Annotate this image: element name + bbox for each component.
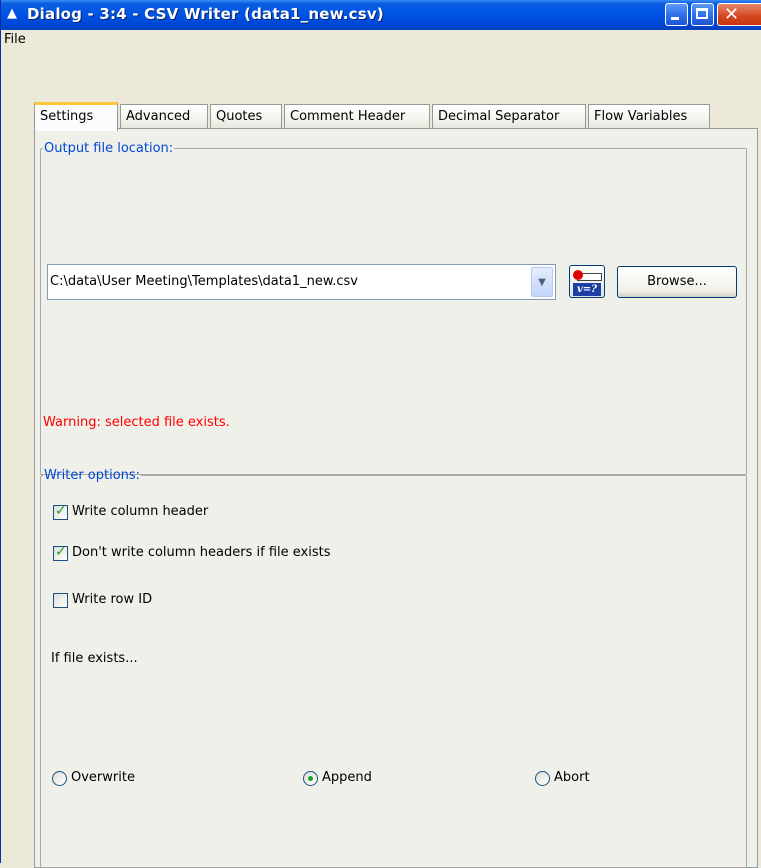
checkbox-box[interactable]: ✓ bbox=[53, 544, 68, 561]
flow-variable-dot bbox=[573, 270, 583, 280]
close-button[interactable]: ✕ bbox=[717, 3, 761, 26]
minimize-button[interactable] bbox=[665, 3, 688, 26]
tab-comment-header[interactable]: Comment Header bbox=[284, 104, 430, 129]
menu-bar: File bbox=[0, 30, 761, 50]
radio-label: Overwrite bbox=[71, 770, 135, 785]
flow-variable-icon-text: v=? bbox=[573, 283, 601, 296]
knime-app-icon: ▲ bbox=[7, 6, 17, 21]
file-path-combobox[interactable]: C:\data\User Meeting\Templates\data1_new… bbox=[47, 264, 556, 300]
dropdown-arrow-icon[interactable]: ▼ bbox=[531, 267, 553, 297]
window-title: Dialog - 3:4 - CSV Writer (data1_new.csv… bbox=[27, 5, 384, 23]
tab-decimal-separator[interactable]: Decimal Separator bbox=[432, 104, 586, 129]
file-exists-warning: Warning: selected file exists. bbox=[43, 415, 230, 430]
tab-quotes[interactable]: Quotes bbox=[210, 104, 282, 129]
maximize-icon bbox=[696, 8, 708, 19]
radio-circle[interactable] bbox=[535, 771, 550, 786]
title-bar[interactable]: ▲ Dialog - 3:4 - CSV Writer (data1_new.c… bbox=[0, 0, 761, 30]
checkbox-label: Write row ID bbox=[72, 592, 153, 607]
tab-advanced[interactable]: Advanced bbox=[120, 104, 208, 129]
checkbox-box[interactable]: ✓ bbox=[53, 503, 68, 520]
browse-button[interactable]: Browse... bbox=[617, 266, 737, 298]
radio-label: Append bbox=[322, 770, 372, 785]
checkbox-box[interactable] bbox=[53, 593, 68, 608]
if-file-exists-label: If file exists... bbox=[51, 651, 138, 666]
writer-options-legend: Writer options: bbox=[44, 468, 141, 483]
file-path-value: C:\data\User Meeting\Templates\data1_new… bbox=[50, 274, 359, 289]
minimize-icon bbox=[671, 17, 679, 20]
radio-selected-dot bbox=[308, 776, 313, 781]
checkbox-label: Don't write column headers if file exist… bbox=[72, 545, 331, 560]
writer-options-group: Writer options: bbox=[40, 468, 747, 868]
maximize-button[interactable] bbox=[691, 3, 714, 26]
checkbox-label: Write column header bbox=[72, 504, 209, 519]
menu-file[interactable]: File bbox=[4, 32, 26, 47]
radio-circle[interactable] bbox=[52, 771, 67, 786]
tab-settings[interactable]: Settings bbox=[34, 102, 118, 131]
radio-circle[interactable] bbox=[303, 771, 318, 786]
window-border bbox=[0, 30, 1, 863]
output-file-location-legend: Output file location: bbox=[44, 141, 174, 156]
tab-flow-variables[interactable]: Flow Variables bbox=[588, 104, 710, 129]
radio-label: Abort bbox=[554, 770, 590, 785]
check-icon: ✓ bbox=[55, 503, 67, 519]
check-icon: ✓ bbox=[55, 544, 67, 560]
flow-variable-button[interactable]: v=? bbox=[569, 265, 605, 298]
close-icon: ✕ bbox=[724, 4, 740, 25]
